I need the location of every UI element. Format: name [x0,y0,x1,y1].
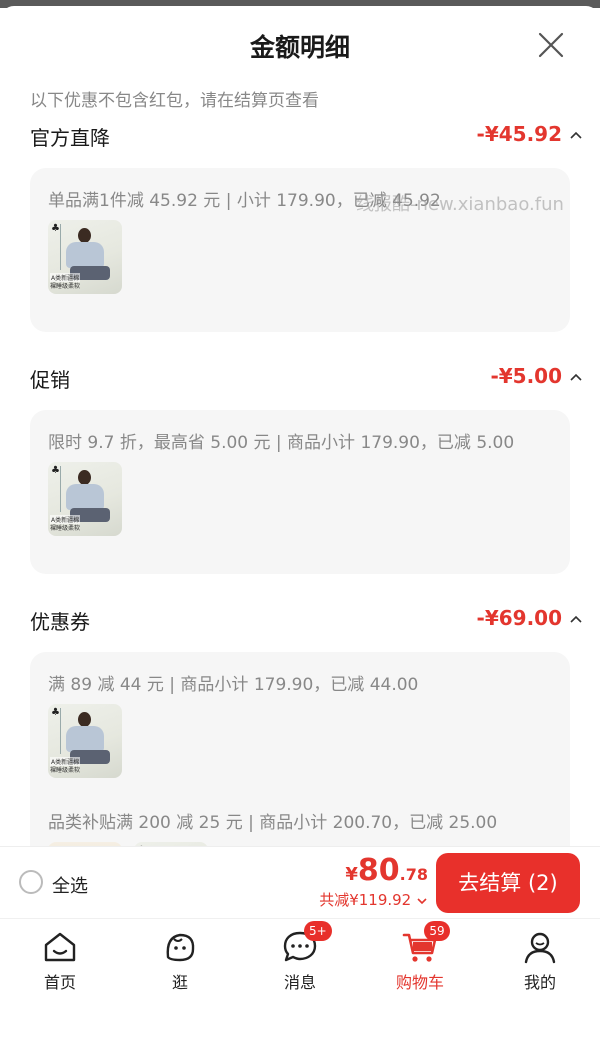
total-summary: ¥80.78 共减¥119.92 [319,853,428,910]
total-decimal: .78 [399,865,428,884]
discount-section-header[interactable]: 促销 -¥5.00 [12,354,588,410]
total-currency: ¥ [345,864,358,885]
tab-label: 我的 [523,973,556,992]
checkout-button[interactable]: 去结算 (2) [436,853,580,913]
product-thumbnail-caption: 裸睡级柔软 [50,283,81,290]
close-button[interactable] [536,30,566,60]
tab-badge: 59 [424,921,450,941]
discount-section-title: 官方直降 [30,126,110,150]
product-thumbnail[interactable]: ♣A类新疆棉裸睡级柔软 [48,704,122,778]
discount-rule: 品类补贴满 200 减 25 元 | 商品小计 200.70，已减 25.00 [48,813,498,833]
tab-explore[interactable]: 逛 [140,927,220,992]
brand-logo-icon: ♣ [51,223,60,234]
product-thumbnails: ♣ A类新疆棉 裸睡级柔软 [48,462,552,552]
home-icon [40,927,80,967]
discount-section-title: 促销 [30,368,70,392]
discount-rule: 满 89 减 44 元 | 商品小计 179.90，已减 44.00 [48,675,419,695]
total-integer: 80 [357,853,400,888]
watermark: 线报酷-new.xianbao.fun [356,194,564,215]
sheet-header: 金额明细 [0,6,600,82]
discount-section-amount: -¥69.00 [476,606,562,630]
discount-section: 促销 -¥5.00 限时 9.7 折，最高省 5.00 元 | 商品小计 179.9… [12,354,588,574]
total-saved-text: 共减¥119.92 [319,891,412,909]
tab-label: 购物车 [395,973,444,992]
sheet-title: 金额明细 [249,33,350,62]
product-thumbnail-caption: 裸睡级柔软 [50,525,81,532]
discount-section-amount: -¥5.00 [490,364,562,388]
total-saved-toggle[interactable]: 共减¥119.92 [319,889,428,910]
cart-icon: 59 [400,921,450,967]
discount-section: 官方直降 -¥45.92 单品满1件减 45.92 元 | 小计 179.90，已减… [12,112,588,332]
brand-logo-icon: ♣ [51,465,60,476]
discount-detail-card: 限时 9.7 折，最高省 5.00 元 | 商品小计 179.90，已减 5.0… [30,410,570,574]
amount-detail-sheet: 金额明细 以下优惠不包含红包，请在结算页查看 官方直降 -¥45.92 单品满1件减… [0,6,600,846]
chevron-up-icon [570,373,582,381]
tab-label: 消息 [283,973,316,992]
discount-section-header[interactable]: 官方直降 -¥45.92 [12,112,588,168]
product-thumbnail-caption: 裸睡级柔软 [50,767,81,774]
product-thumbnails: ♣ A类新疆棉 裸睡级柔软 [48,704,552,794]
discount-detail-card: 满 89 减 44 元 | 商品小计 179.90，已减 44.00 ♣ A类新疆棉… [30,652,570,846]
discount-rule: 限时 9.7 折，最高省 5.00 元 | 商品小计 179.90，已减 5.0… [48,433,515,453]
discount-section-title: 优惠券 [30,610,90,634]
select-all-label[interactable]: 全选 [52,872,88,898]
discount-section-header[interactable]: 优惠券 -¥69.00 [12,596,588,652]
tab-cart[interactable]: 59 购物车 [380,921,460,992]
discount-section: 优惠券 -¥69.00 满 89 减 44 元 | 商品小计 179.90，已减 4… [12,596,588,846]
discount-section-amount: -¥45.92 [476,122,562,146]
message-icon: 5+ [280,921,332,967]
tab-message[interactable]: 5+ 消息 [260,921,340,992]
chevron-up-icon [570,131,582,139]
explore-icon [160,927,200,967]
tab-badge: 5+ [304,921,332,941]
close-icon [538,32,564,58]
tab-bar: 首页 逛 5+ 消息 59 购物车 我的 [0,918,600,1046]
brand-logo-icon: ♣ [51,707,60,718]
tab-label: 首页 [43,973,76,992]
tab-profile[interactable]: 我的 [500,927,580,992]
chevron-down-icon [417,897,427,904]
tab-home[interactable]: 首页 [20,927,100,992]
product-thumbnail[interactable]: ♣A类新疆棉裸睡级柔软 [48,462,122,536]
profile-icon [520,927,560,967]
tab-label: 逛 [171,973,188,992]
product-thumbnail[interactable]: ♣A类新疆棉裸睡级柔软 [48,220,122,294]
chevron-up-icon [570,615,582,623]
checkout-bar: 全选 ¥80.78 共减¥119.92 去结算 (2) [0,846,600,918]
discount-note: 以下优惠不包含红包，请在结算页查看 [30,91,319,111]
total-price: ¥80.78 [319,853,428,888]
product-thumbnails: ♣ A类新疆棉 裸睡级柔软 [48,220,552,310]
select-all-radio[interactable] [19,870,43,894]
